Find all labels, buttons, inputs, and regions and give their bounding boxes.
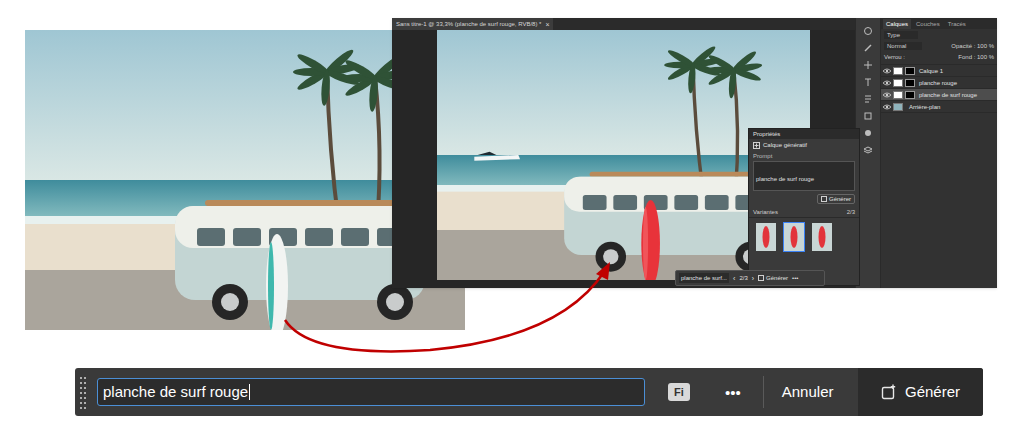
blend-select[interactable]: Normal: [884, 42, 922, 50]
next-button[interactable]: ›: [752, 275, 754, 282]
grip-icon[interactable]: [79, 375, 87, 409]
panel-tab[interactable]: Couches: [913, 19, 943, 29]
opacity-field[interactable]: Opacité : 100 %: [951, 43, 994, 49]
layer-row[interactable]: planche de surf rouge: [881, 89, 997, 101]
prompt-text: planche de surf...: [681, 275, 727, 281]
prompt-text: planche de surf rouge: [103, 383, 248, 402]
mask-slot: [905, 91, 915, 99]
panel-tab[interactable]: Calques: [883, 19, 911, 29]
properties-panel: Propriétés Calque génératif Prompt planche …: [748, 128, 860, 286]
previous-button[interactable]: ‹: [733, 275, 735, 282]
generate-label: Générer: [766, 275, 788, 281]
eye-icon: [883, 104, 891, 110]
layers-icon[interactable]: [863, 145, 873, 155]
shape-icon[interactable]: [863, 111, 873, 121]
prompt-field[interactable]: planche de surf rouge: [97, 378, 645, 406]
mask-icon[interactable]: [863, 128, 873, 138]
eye-icon: [883, 92, 891, 98]
contextual-task-bar: planche de surf rouge Fi ••• Annuler Générer: [75, 368, 983, 416]
document-title: Sans titre-1 @ 33,3% (planche de surf ro…: [396, 21, 541, 27]
filter-select[interactable]: Type: [884, 31, 918, 39]
generate-icon: [758, 275, 764, 281]
prompt-label: Prompt: [749, 151, 859, 161]
divider: [763, 376, 764, 408]
fill-field[interactable]: Fond : 100 %: [958, 54, 994, 60]
eye-icon: [883, 68, 891, 74]
cancel-button[interactable]: Annuler: [782, 381, 834, 404]
layer-name: Arrière-plan: [909, 104, 940, 110]
generate-icon: [821, 196, 827, 202]
layer-thumbnail: [893, 79, 903, 87]
generate-label: Générer: [905, 381, 960, 404]
surfboard-icon: [762, 225, 770, 249]
document-tab[interactable]: Sans titre-1 @ 33,3% (planche de surf ro…: [392, 18, 553, 30]
layer-row[interactable]: Calque 1: [881, 65, 997, 77]
surfboard-icon: [818, 225, 826, 249]
prompt-field[interactable]: planche de surf rouge: [753, 161, 855, 191]
layer-name: planche de surf rouge: [919, 92, 977, 98]
lock-label: Verrou :: [884, 54, 905, 60]
blend-mode: Normal: [887, 43, 906, 49]
panel-title: Propriétés: [753, 131, 780, 137]
visibility-toggle[interactable]: [883, 68, 891, 74]
brush-icon[interactable]: [863, 43, 873, 53]
variation-thumbnail[interactable]: [783, 222, 805, 252]
caret: [249, 384, 250, 400]
variation-counter: 2/3: [739, 275, 747, 281]
generate-button[interactable]: Générer: [858, 368, 983, 416]
variations: [749, 218, 859, 252]
adjust-icon[interactable]: [863, 60, 873, 70]
generative-layer-icon: [753, 142, 760, 149]
eye-icon: [883, 80, 891, 86]
mask-slot: [905, 79, 915, 87]
paragraph-icon[interactable]: [863, 94, 873, 104]
layer-mask[interactable]: [905, 67, 915, 75]
surfboard-icon: [790, 225, 798, 249]
contextual-task-bar: planche de surf... ‹ 2/3 › Générer •••: [675, 270, 825, 286]
variation-thumbnail[interactable]: [811, 222, 833, 252]
layer-name: Calque 1: [919, 68, 943, 74]
panel-tab[interactable]: Tracés: [945, 19, 969, 29]
layer-mask[interactable]: [905, 79, 915, 87]
layers-list: Calque 1 planche rouge planche de surf rou…: [881, 64, 997, 113]
layer-mask[interactable]: [905, 91, 915, 99]
close-button[interactable]: ×: [545, 21, 549, 28]
layer-thumbnail: [893, 91, 903, 99]
variations-count: 2/3: [847, 209, 855, 215]
layer-thumbnail: [893, 67, 903, 75]
layer-row[interactable]: planche rouge: [881, 77, 997, 89]
mask-slot: [905, 67, 915, 75]
layer-name: planche rouge: [919, 80, 957, 86]
content-credentials-badge[interactable]: Fi: [668, 383, 690, 401]
generate-icon: [881, 384, 897, 400]
prompt-text: planche de surf rouge: [756, 176, 814, 182]
variations-label: Variantes: [753, 209, 778, 215]
generate-label: Générer: [829, 196, 851, 202]
generate-button[interactable]: Générer: [817, 194, 855, 204]
prompt-field[interactable]: planche de surf...: [679, 273, 729, 283]
history-icon[interactable]: [863, 26, 873, 36]
filter-label: Type: [887, 32, 900, 38]
variation-thumbnail[interactable]: [755, 222, 777, 252]
layer-type: Calque génératif: [763, 142, 807, 148]
generate-button[interactable]: Générer: [758, 275, 788, 281]
layer-thumbnail: [893, 103, 903, 111]
photoshop-window: Sans titre-1 @ 33,3% (planche de surf ro…: [392, 18, 997, 288]
visibility-toggle[interactable]: [883, 92, 891, 98]
more-button[interactable]: •••: [792, 275, 798, 281]
layer-row[interactable]: Arrière-plan: [881, 101, 997, 113]
visibility-toggle[interactable]: [883, 80, 891, 86]
layers-tabs: CalquesCouchesTracés: [881, 18, 997, 29]
visibility-toggle[interactable]: [883, 104, 891, 110]
layers-panel: CalquesCouchesTracés Type Normal Opacité : …: [880, 18, 997, 288]
type-icon[interactable]: [863, 77, 873, 87]
more-button[interactable]: •••: [725, 385, 741, 400]
tab-bar: Sans titre-1 @ 33,3% (planche de surf ro…: [392, 18, 855, 30]
